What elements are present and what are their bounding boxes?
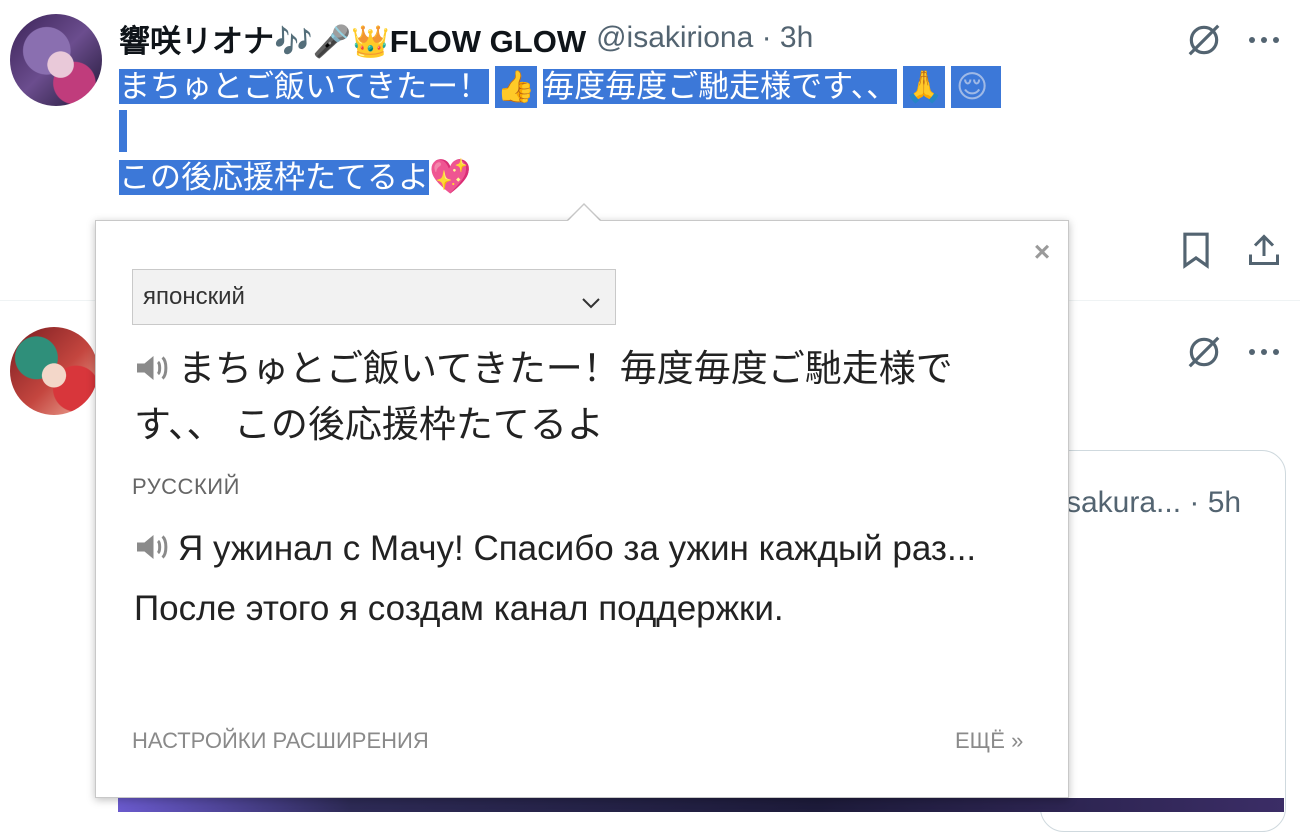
close-icon[interactable]: ×	[1030, 238, 1054, 266]
pray-icon: 🙏	[903, 66, 946, 108]
tweet-header: 響咲リオナ🎶🎤👑FLOW GLOW @isakiriona · 3h	[119, 16, 813, 61]
grok-icon[interactable]	[1182, 330, 1226, 374]
chevron-down-icon	[581, 288, 601, 316]
more-icon[interactable]	[1244, 20, 1284, 60]
source-text-content: まちゅとご飯いてきたー！毎度毎度ご馳走様です、、 この後応援枠たてるよ	[134, 348, 953, 446]
translation-content: Я ужинал с Мачу! Спасибо за ужин каждый …	[134, 529, 977, 628]
display-name[interactable]: 響咲リオナ🎶🎤👑FLOW GLOW	[119, 16, 586, 61]
tweet-text-blank-line	[119, 110, 127, 152]
thumbs-up-icon: 👍	[495, 66, 538, 108]
sparkling-heart-icon: 💖	[429, 158, 472, 196]
share-icon[interactable]	[1244, 230, 1284, 270]
extension-settings-link[interactable]: НАСТРОЙКИ РАСШИРЕНИЯ	[132, 728, 429, 754]
source-language-label: японский	[143, 283, 245, 310]
avatar[interactable]	[10, 14, 102, 106]
media-preview[interactable]	[118, 798, 1284, 812]
avatar[interactable]	[10, 327, 98, 415]
selected-text: この後応援枠たてるよ	[119, 160, 429, 195]
previous-tweet-cutoff	[118, 0, 678, 4]
selected-text: 毎度毎度ご馳走様です、、	[543, 69, 898, 104]
more-link[interactable]: ЕЩЁ »	[955, 728, 1023, 754]
target-language-label: РУССКИЙ	[132, 474, 240, 499]
bookmark-icon[interactable]	[1176, 230, 1216, 270]
source-text: まちゅとご飯いてきたー！毎度毎度ご馳走様です、、 この後応援枠たてるよ	[134, 342, 1034, 452]
source-language-select[interactable]: японский	[132, 269, 616, 325]
grok-icon[interactable]	[1182, 18, 1226, 62]
tweet-text-line: まちゅとご飯いてきたー！ 👍 毎度毎度ご馳走様です、、 🙏 😌	[119, 66, 1002, 108]
tweet-text-line: この後応援枠たてるよ💖	[119, 156, 471, 199]
relieved-face-icon: 😌	[951, 66, 994, 108]
speaker-icon[interactable]	[134, 522, 170, 580]
speaker-icon[interactable]	[134, 344, 170, 398]
selected-text: まちゅとご飯いてきたー！	[119, 69, 490, 104]
translation-text: Я ужинал с Мачу! Спасибо за ужин каждый …	[134, 520, 1034, 638]
more-icon[interactable]	[1244, 332, 1284, 372]
handle-and-time[interactable]: @isakiriona · 3h	[596, 21, 813, 55]
quoted-tweet-meta: sakura... · 5h	[1066, 486, 1242, 519]
